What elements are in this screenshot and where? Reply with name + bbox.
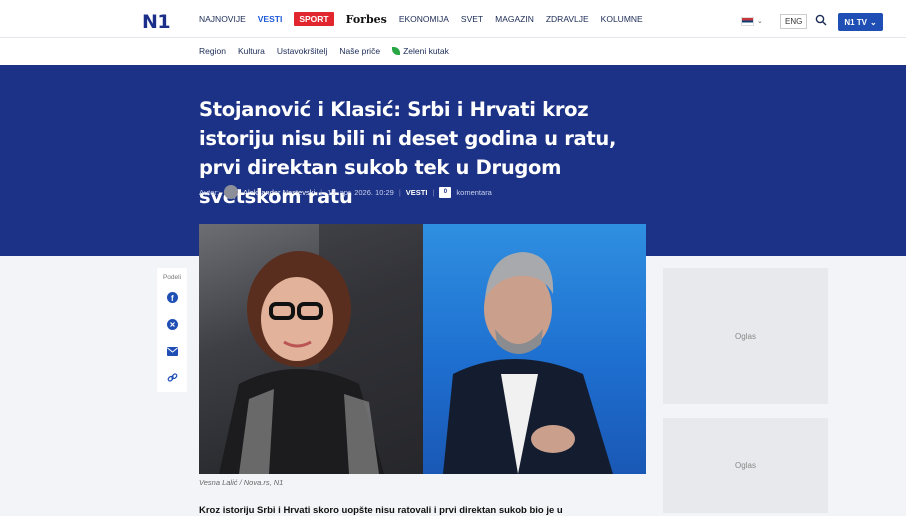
link-icon [167, 372, 177, 382]
share-panel: Podeli f [157, 268, 187, 392]
nav-kolumne[interactable]: KOLUMNE [601, 14, 643, 24]
meta-divider: | [398, 187, 401, 197]
subnav-nase-price[interactable]: Naše priče [339, 46, 380, 56]
nav-svet[interactable]: SVET [461, 14, 483, 24]
facebook-icon: f [166, 291, 178, 303]
secondary-navigation: Region Kultura Ustavokršitelj Naše priče… [0, 38, 906, 65]
email-share-button[interactable] [165, 344, 179, 358]
nav-zdravlje[interactable]: ZDRAVLJE [546, 14, 589, 24]
search-icon[interactable] [815, 14, 827, 26]
chevron-down-icon: ⌄ [757, 18, 763, 25]
subnav-region[interactable]: Region [199, 46, 226, 56]
leaf-icon [392, 47, 401, 55]
subnav-zeleni-kutak[interactable]: Zeleni kutak [392, 46, 449, 56]
chevron-down-icon: ⌄ [869, 17, 877, 27]
language-flag-selector[interactable]: ⌄ [741, 15, 769, 27]
x-share-button[interactable] [165, 317, 179, 331]
meta-divider: | [320, 187, 323, 197]
nav-forbes[interactable]: Forbes [346, 13, 387, 26]
svg-text:f: f [171, 294, 174, 303]
publish-date: 13. apr. 2026. 10:29 [327, 187, 394, 197]
article-meta: Autor: Aleksandar Nastevski | 13. apr. 2… [199, 185, 492, 199]
woman-portrait-illustration [219, 224, 423, 474]
mail-icon [166, 346, 178, 356]
nav-vesti[interactable]: VESTI [258, 14, 283, 24]
subnav-zeleni-kutak-label: Zeleni kutak [403, 46, 449, 56]
man-portrait-illustration [443, 252, 613, 474]
nav-magazin[interactable]: MAGAZIN [495, 14, 534, 24]
comments-link[interactable]: komentara [456, 188, 491, 197]
article-lead-paragraph: Kroz istoriju Srbi i Hrvati skoro uopšte… [199, 505, 563, 516]
author-avatar [224, 185, 239, 199]
subnav-kultura[interactable]: Kultura [238, 46, 265, 56]
copy-link-button[interactable] [165, 370, 179, 384]
ad-slot[interactable]: Oglas [663, 418, 828, 513]
ad-slot[interactable]: Oglas [663, 268, 828, 404]
nav-ekonomija[interactable]: EKONOMIJA [399, 14, 449, 24]
facebook-share-button[interactable]: f [165, 290, 179, 304]
nav-sport[interactable]: SPORT [294, 12, 334, 26]
serbia-flag-icon [741, 16, 754, 26]
photo-left-portrait [199, 224, 423, 474]
n1-logo[interactable]: N1 [142, 11, 171, 33]
author-name[interactable]: Aleksandar Nastevski [243, 188, 315, 197]
photo-right-portrait [423, 224, 646, 474]
english-language-button[interactable]: ENG [780, 14, 808, 29]
author-label: Autor: [199, 187, 220, 197]
comments-count: 0 [443, 189, 448, 195]
subnav-ustavokrsitelj[interactable]: Ustavokršitelj [277, 46, 328, 56]
n1-tv-button[interactable]: N1 TV ⌄ [838, 13, 883, 31]
meta-divider: | [432, 187, 435, 197]
nav-najnovije[interactable]: NAJNOVIJE [199, 14, 246, 24]
n1-tv-label: N1 TV [844, 17, 867, 27]
share-label: Podeli [162, 274, 182, 281]
top-navigation-bar: N1 NAJNOVIJE VESTI SPORT Forbes EKONOMIJ… [0, 0, 906, 38]
main-nav: NAJNOVIJE VESTI SPORT Forbes EKONOMIJA S… [199, 0, 655, 38]
category-tag[interactable]: VESTI [406, 188, 428, 197]
article-photo [199, 224, 646, 474]
comment-icon[interactable]: 0 [439, 186, 452, 198]
x-icon [166, 318, 178, 330]
photo-caption: Vesna Lalić / Nova.rs, N1 [199, 478, 284, 487]
